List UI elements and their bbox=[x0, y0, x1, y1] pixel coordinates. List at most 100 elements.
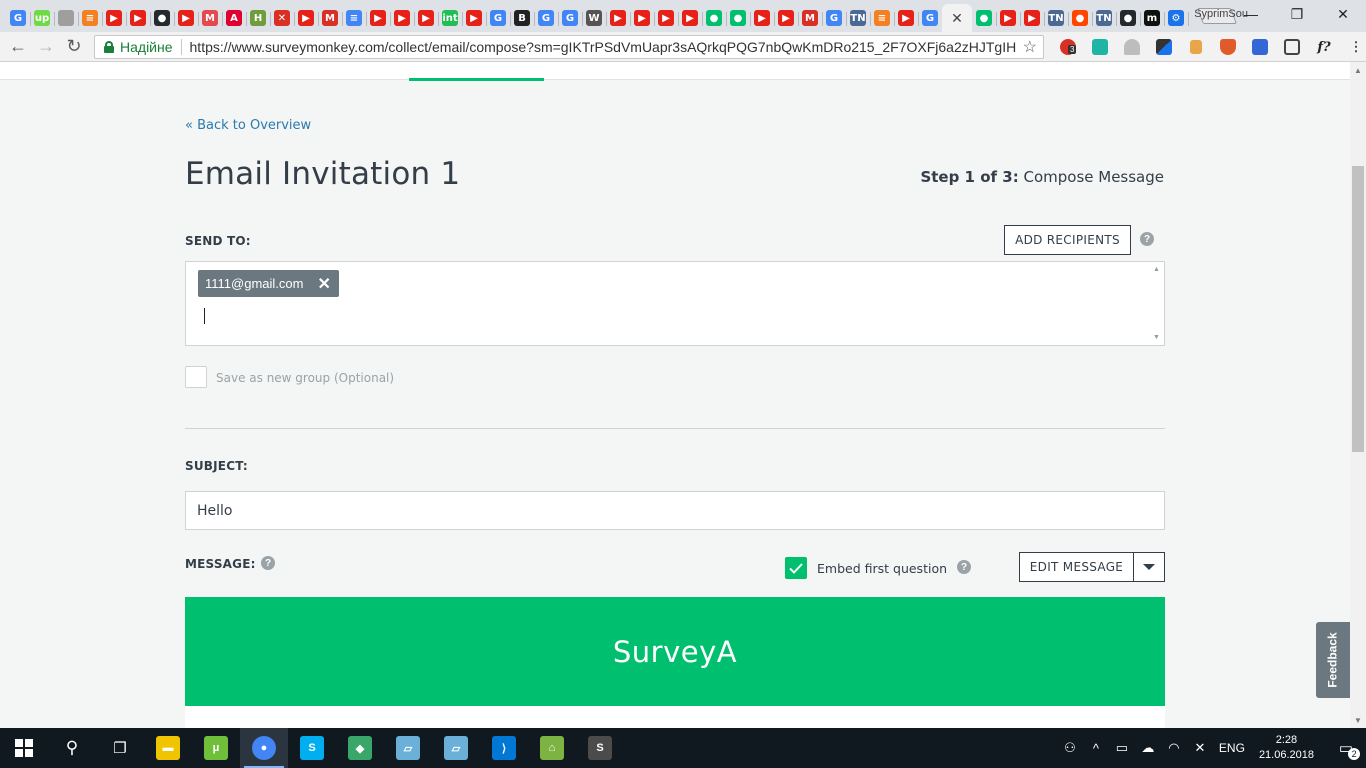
reload-icon[interactable]: ↻ bbox=[60, 33, 88, 61]
tab-youtube[interactable]: ▶ bbox=[678, 4, 703, 32]
tab-youtube[interactable]: ▶ bbox=[894, 4, 919, 32]
taskbar-app-git-kraken[interactable]: ◆ bbox=[336, 728, 384, 768]
tab-tool[interactable]: ✕ bbox=[270, 4, 295, 32]
tray-chevron-icon[interactable]: ^ bbox=[1083, 741, 1109, 756]
tab-youtube[interactable]: ▶ bbox=[294, 4, 319, 32]
tab-github[interactable]: ● bbox=[1116, 4, 1141, 32]
scroll-up-icon[interactable]: ▲ bbox=[1153, 266, 1161, 273]
scroll-up-arrow-icon[interactable]: ▲ bbox=[1350, 62, 1366, 78]
tab-youtube[interactable]: ▶ bbox=[654, 4, 679, 32]
tab-google[interactable]: G bbox=[534, 4, 559, 32]
scrollbar-thumb[interactable] bbox=[1352, 166, 1364, 452]
minimize-button[interactable]: — bbox=[1228, 0, 1274, 28]
tab-stackoverflow[interactable]: ≡ bbox=[78, 4, 103, 32]
taskbar-app-app-blue-2[interactable]: ▱ bbox=[432, 728, 480, 768]
feedback-tab[interactable]: Feedback bbox=[1316, 622, 1350, 698]
page-scrollbar[interactable]: ▲ ▼ bbox=[1350, 62, 1366, 728]
restore-button[interactable]: ❐ bbox=[1274, 0, 1320, 28]
tab-youtube[interactable]: ▶ bbox=[414, 4, 439, 32]
onedrive-icon[interactable]: ☁ bbox=[1135, 740, 1161, 756]
url-text[interactable]: https://www.surveymonkey.com/collect/ema… bbox=[190, 39, 1016, 55]
taskbar-app-vscode[interactable]: ⟩ bbox=[480, 728, 528, 768]
tab-google-docs[interactable]: ≡ bbox=[342, 4, 367, 32]
add-recipients-button[interactable]: ADD RECIPIENTS bbox=[1004, 225, 1131, 255]
tab-youtube[interactable]: ▶ bbox=[174, 4, 199, 32]
subject-input[interactable]: Hello bbox=[185, 491, 1165, 530]
tab-tn[interactable]: TN bbox=[1044, 4, 1069, 32]
tab-google[interactable]: G bbox=[918, 4, 943, 32]
tab-google[interactable]: G bbox=[558, 4, 583, 32]
tab-stackoverflow[interactable]: ≡ bbox=[870, 4, 895, 32]
tab-surveymonkey[interactable]: ● bbox=[972, 4, 997, 32]
back-arrow-icon[interactable]: ← bbox=[4, 33, 32, 61]
tab-upwork[interactable]: up bbox=[30, 4, 55, 32]
embed-question-checkbox[interactable] bbox=[785, 557, 807, 579]
taskbar-app-skype[interactable]: S bbox=[288, 728, 336, 768]
tab-wikipedia[interactable]: W bbox=[582, 4, 607, 32]
close-window-button[interactable]: ✕ bbox=[1320, 0, 1366, 28]
ruler-ext-icon[interactable] bbox=[1180, 36, 1212, 58]
drive-ext-icon[interactable] bbox=[1116, 36, 1148, 58]
bookmark-star-icon[interactable]: ☆ bbox=[1023, 37, 1037, 57]
tab-tn[interactable]: TN bbox=[846, 4, 871, 32]
tab-youtube[interactable]: ▶ bbox=[630, 4, 655, 32]
people-icon[interactable]: ⚇ bbox=[1057, 740, 1083, 756]
input-language[interactable]: ENG bbox=[1219, 741, 1245, 755]
taskbar-app-chrome[interactable]: ● bbox=[240, 728, 288, 768]
tab-mashable[interactable]: M bbox=[198, 4, 223, 32]
address-bar[interactable]: Надійне https://www.surveymonkey.com/col… bbox=[94, 35, 1044, 59]
wifi-icon[interactable]: ◠ bbox=[1161, 740, 1187, 756]
edit-message-button[interactable]: EDIT MESSAGE bbox=[1019, 552, 1134, 582]
tab-github[interactable]: ● bbox=[150, 4, 175, 32]
taskbar-app-app-blue-1[interactable]: ▱ bbox=[384, 728, 432, 768]
action-center-button[interactable]: ▭ 2 bbox=[1326, 739, 1366, 760]
tab-active[interactable]: ✕ bbox=[942, 4, 972, 32]
forward-arrow-icon[interactable]: → bbox=[32, 33, 60, 61]
tab-google[interactable]: G bbox=[822, 4, 847, 32]
save-group-checkbox[interactable] bbox=[185, 366, 207, 388]
battery-icon[interactable]: ▭ bbox=[1109, 740, 1135, 756]
close-tab-icon[interactable]: ✕ bbox=[951, 10, 963, 27]
screenshot-ext-icon[interactable] bbox=[1276, 36, 1308, 58]
tab-medium[interactable]: m bbox=[1140, 4, 1165, 32]
start-button[interactable] bbox=[0, 728, 48, 768]
pocket-ext-icon[interactable] bbox=[1084, 36, 1116, 58]
task-view-button[interactable]: ❐ bbox=[96, 728, 144, 768]
tab-youtube[interactable]: ▶ bbox=[462, 4, 487, 32]
tab-youtube[interactable]: ▶ bbox=[606, 4, 631, 32]
tab-youtube[interactable]: ▶ bbox=[102, 4, 127, 32]
shield-ext-icon[interactable] bbox=[1212, 36, 1244, 58]
scroll-down-arrow-icon[interactable]: ▼ bbox=[1350, 712, 1366, 728]
tab-odnoklassniki[interactable]: B bbox=[510, 4, 535, 32]
volume-muted-icon[interactable]: ✕ bbox=[1187, 740, 1213, 756]
tab-gmail[interactable]: M bbox=[798, 4, 823, 32]
recipients-field[interactable]: 1111@gmail.com ✕ ▲ ▼ bbox=[185, 261, 1165, 346]
taskbar-app-file-explorer[interactable]: ▬ bbox=[144, 728, 192, 768]
tab-habr[interactable]: H bbox=[246, 4, 271, 32]
tab-youtube[interactable]: ▶ bbox=[390, 4, 415, 32]
download-ext-icon[interactable] bbox=[1244, 36, 1276, 58]
edit-message-dropdown[interactable] bbox=[1133, 552, 1165, 582]
opera-ext-icon[interactable]: 3 bbox=[1052, 36, 1084, 58]
taskbar-app-android-studio[interactable]: ⌂ bbox=[528, 728, 576, 768]
tab-surveymonkey[interactable]: ● bbox=[702, 4, 727, 32]
search-button[interactable]: ⚲ bbox=[48, 728, 96, 768]
tab-youtube[interactable]: ▶ bbox=[774, 4, 799, 32]
tab-settings[interactable]: ⚙ bbox=[1164, 4, 1189, 32]
tab-google-translate[interactable]: G bbox=[6, 4, 31, 32]
remove-recipient-icon[interactable]: ✕ bbox=[317, 274, 330, 294]
formula-ext-icon[interactable]: f? bbox=[1308, 36, 1340, 58]
colorpicker-ext-icon[interactable] bbox=[1148, 36, 1180, 58]
back-to-overview-link[interactable]: « Back to Overview bbox=[185, 118, 311, 133]
tab-youtube[interactable]: ▶ bbox=[750, 4, 775, 32]
scroll-down-icon[interactable]: ▼ bbox=[1153, 334, 1161, 341]
tab-tn[interactable]: TN bbox=[1092, 4, 1117, 32]
tab-doc[interactable] bbox=[54, 4, 79, 32]
recipients-help-icon[interactable]: ? bbox=[1140, 232, 1154, 246]
taskbar-app-sublime[interactable]: S bbox=[576, 728, 624, 768]
tab-gmail[interactable]: M bbox=[318, 4, 343, 32]
clock[interactable]: 2:28 21.06.2018 bbox=[1259, 733, 1314, 763]
taskbar-app-utorrent[interactable]: μ bbox=[192, 728, 240, 768]
tab-reddit[interactable]: ● bbox=[1068, 4, 1093, 32]
embed-help-icon[interactable]: ? bbox=[957, 560, 971, 574]
